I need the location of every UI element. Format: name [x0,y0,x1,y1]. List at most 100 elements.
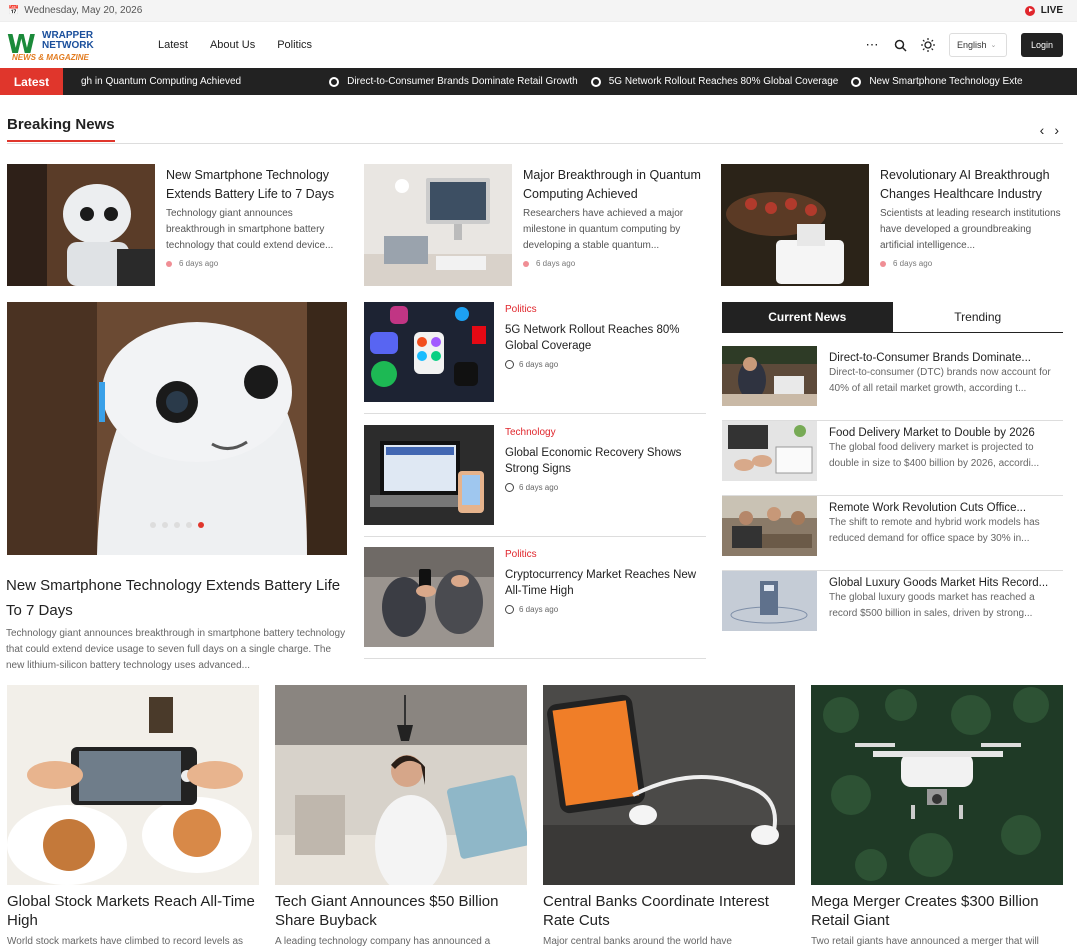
circle-icon [329,76,340,87]
logo-tagline: NEWS & MAGAZINE [12,53,89,62]
clock-icon [505,360,514,369]
breaking-card[interactable]: Major Breakthrough in Quantum Computing … [364,164,704,286]
ticker-item[interactable]: New Smartphone Technology Exte [851,76,1023,87]
article-title[interactable]: Major Breakthrough in Quantum Computing … [523,166,705,204]
carousel-dot[interactable] [162,522,168,528]
ticker-item-text: gh in Quantum Computing Achieved [81,76,242,87]
list-item[interactable]: Technology Global Economic Recovery Show… [364,425,706,537]
article-title[interactable]: Global Luxury Goods Market Hits Record..… [829,577,1063,589]
article-excerpt: The global luxury goods market has reach… [829,592,1035,619]
ticker-item-text: New Smartphone Technology Exte [869,76,1023,87]
article-thumbnail [7,164,155,286]
breaking-card[interactable]: Revolutionary AI Breakthrough Changes He… [721,164,1061,286]
article-excerpt: Direct-to-consumer (DTC) brands now acco… [829,367,1051,394]
list-item[interactable]: Politics 5G Network Rollout Reaches 80% … [364,302,706,414]
article-time: 6 days ago [519,360,559,369]
featured-title[interactable]: New Smartphone Technology Extends Batter… [6,573,348,623]
article-title[interactable]: Global Stock Markets Reach All-Time High [7,892,259,930]
list-item[interactable]: Direct-to-Consumer Brands Dominate... Dir… [722,346,1063,421]
dot-icon [523,260,529,267]
news-card[interactable]: Mega Merger Creates $300 Billion Retail … [811,685,1063,947]
section-title: Breaking News [7,116,115,142]
carousel-dot-active[interactable] [198,522,204,528]
latest-ticker: Latest gh in Quantum Computing Achieved … [0,68,1077,95]
article-category[interactable]: Politics [505,549,705,560]
article-thumbnail [722,496,817,556]
ticker-item[interactable]: gh in Quantum Computing Achieved [81,76,241,87]
clock-icon [505,605,514,614]
article-excerpt: A leading technology company has announc… [275,936,491,947]
breaking-card[interactable]: New Smartphone Technology Extends Batter… [7,164,347,286]
article-title[interactable]: 5G Network Rollout Reaches 80% Global Co… [505,322,705,354]
theme-toggle-icon[interactable] [921,38,935,52]
featured-excerpt: Technology giant announces breakthrough … [6,628,346,671]
article-image [275,685,527,885]
article-title[interactable]: Global Economic Recovery Shows Strong Si… [505,445,705,477]
ticker-items: gh in Quantum Computing Achieved Direct-… [63,76,1036,87]
ticker-item-text: Direct-to-Consumer Brands Dominate Retai… [347,76,578,87]
play-icon [1024,5,1035,16]
article-title[interactable]: Direct-to-Consumer Brands Dominate... [829,352,1063,364]
carousel-dot[interactable] [174,522,180,528]
ticker-item[interactable]: Direct-to-Consumer Brands Dominate Retai… [329,76,578,87]
ticker-item-text: 5G Network Rollout Reaches 80% Global Co… [608,76,839,87]
date-display: 📅 Wednesday, May 20, 2026 [8,5,142,16]
article-excerpt: World stock markets have climbed to reco… [7,936,244,947]
language-select[interactable]: English ⌄ [949,33,1007,57]
carousel-dot[interactable] [186,522,192,528]
article-thumbnail [722,421,817,481]
news-card[interactable]: Global Stock Markets Reach All-Time High… [7,685,259,947]
search-icon[interactable] [893,38,907,52]
news-card[interactable]: Tech Giant Announces $50 Billion Share B… [275,685,527,947]
featured-image[interactable] [7,302,347,555]
article-category[interactable]: Technology [505,427,705,438]
nav-politics[interactable]: Politics [277,39,312,51]
article-title[interactable]: Remote Work Revolution Cuts Office... [829,502,1063,514]
article-category[interactable]: Politics [505,304,705,315]
article-image [543,685,795,885]
featured-text: New Smartphone Technology Extends Batter… [6,573,348,674]
article-excerpt: Major central banks around the world hav… [543,936,732,947]
article-thumbnail [364,302,494,402]
article-title[interactable]: Mega Merger Creates $300 Billion Retail … [811,892,1063,930]
list-item[interactable]: Politics Cryptocurrency Market Reaches N… [364,547,706,659]
nav-latest[interactable]: Latest [158,39,188,51]
list-item[interactable]: Global Luxury Goods Market Hits Record..… [722,571,1063,646]
list-item[interactable]: Food Delivery Market to Double by 2026 Th… [722,421,1063,496]
article-title[interactable]: Revolutionary AI Breakthrough Changes He… [880,166,1062,204]
list-item[interactable]: Remote Work Revolution Cuts Office... The… [722,496,1063,571]
article-time: 6 days ago [179,259,219,268]
ticker-item[interactable]: 5G Network Rollout Reaches 80% Global Co… [590,76,839,87]
chevron-right-icon[interactable]: › [1054,122,1059,138]
article-excerpt: Two retail giants have announced a merge… [811,936,1039,947]
carousel-dot[interactable] [150,522,156,528]
site-logo[interactable]: W WRAPPER NETWORK NEWS & MAGAZINE [7,28,107,62]
site-header: W WRAPPER NETWORK NEWS & MAGAZINE Latest … [0,22,1077,68]
news-card[interactable]: Central Banks Coordinate Interest Rate C… [543,685,795,947]
article-title[interactable]: Food Delivery Market to Double by 2026 [829,427,1063,439]
article-title[interactable]: Cryptocurrency Market Reaches New All-Ti… [505,567,705,599]
circle-icon [590,76,601,87]
language-value: English [957,40,987,50]
more-icon[interactable]: ⋯ [865,37,879,52]
live-indicator[interactable]: LIVE [1024,5,1063,16]
nav-about-us[interactable]: About Us [210,39,255,51]
header-actions: ⋯ English ⌄ Login [865,33,1063,57]
logo-line-2: NETWORK [42,40,94,51]
article-title[interactable]: New Smartphone Technology Extends Batter… [166,166,348,204]
dot-icon [166,260,172,267]
date-text: Wednesday, May 20, 2026 [24,5,143,16]
article-excerpt: The global food delivery market is proje… [829,442,1040,469]
chevron-left-icon[interactable]: ‹ [1040,122,1045,138]
article-title[interactable]: Central Banks Coordinate Interest Rate C… [543,892,795,930]
tab-trending[interactable]: Trending [893,302,1064,332]
calendar-icon: 📅 [8,5,20,15]
circle-icon [851,76,862,87]
tab-current-news[interactable]: Current News [722,302,893,332]
article-thumbnail [364,425,494,525]
main-nav: Latest About Us Politics [158,39,312,51]
article-title[interactable]: Tech Giant Announces $50 Billion Share B… [275,892,527,930]
live-label: LIVE [1040,5,1063,16]
login-button[interactable]: Login [1021,33,1063,57]
article-thumbnail [721,164,869,286]
